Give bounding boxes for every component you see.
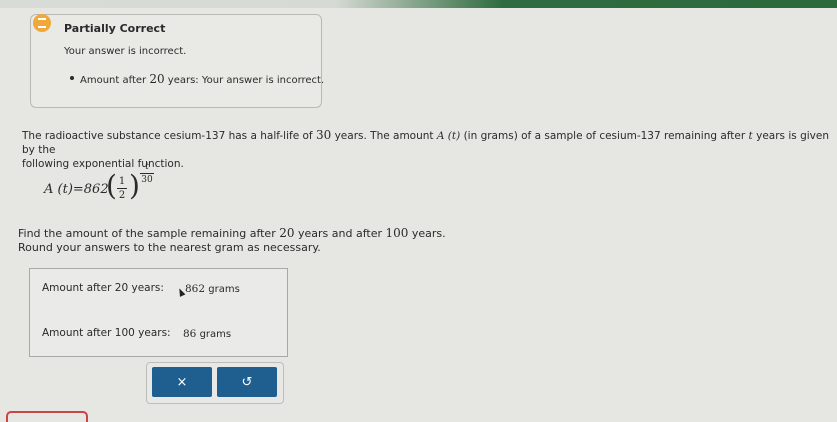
problem-text-c: (in grams) of a sample of cesium-137 rem… <box>460 130 749 142</box>
answer-input-20[interactable]: 862 grams <box>185 283 240 295</box>
bullet-suffix: years: Your answer is incorrect. <box>164 75 325 86</box>
task-instructions: Find the amount of the sample remaining … <box>18 226 446 255</box>
clear-button[interactable]: × <box>152 367 212 397</box>
bullet-dot-icon <box>70 76 74 80</box>
amount-function: A (t) <box>436 130 461 142</box>
bullet-prefix: Amount after <box>80 75 150 86</box>
bottom-tab <box>6 411 88 422</box>
answer-label-20: Amount after 20 years: <box>42 282 164 294</box>
task-text-b: years and after <box>294 227 386 240</box>
task-text-line2: Round your answers to the nearest gram a… <box>18 241 321 254</box>
undo-button[interactable]: ↺ <box>217 367 277 397</box>
feedback-bullet: Amount after 20 years: Your answer is in… <box>70 72 325 86</box>
right-paren: ) <box>129 169 140 202</box>
feedback-title: Partially Correct <box>64 22 166 35</box>
task-years-1: 20 <box>279 226 295 240</box>
task-years-2: 100 <box>385 226 409 240</box>
exponent-fraction: t 30 <box>140 162 154 185</box>
top-bar <box>0 0 837 8</box>
task-text-a: Find the amount of the sample remaining … <box>18 227 280 240</box>
answer-box: Amount after 20 years: 862 grams Amount … <box>29 268 288 357</box>
base-fraction: 1 2 <box>117 176 127 201</box>
answer-value-20: 862 <box>185 283 206 295</box>
problem-text-a: The radioactive substance cesium-137 has… <box>22 130 316 142</box>
exponent-denominator: 30 <box>141 175 153 185</box>
answer-value-100: 86 <box>183 328 197 340</box>
action-buttons: × ↺ <box>146 362 284 404</box>
answer-input-100[interactable]: 86 grams <box>183 328 231 340</box>
answer-label-100: Amount after 100 years: <box>42 327 171 339</box>
formula-lhs: A (t)=862 <box>44 182 109 197</box>
half-life-value: 30 <box>315 128 332 142</box>
feedback-message: Your answer is incorrect. <box>64 46 187 57</box>
base-numerator: 1 <box>118 176 126 187</box>
partial-correct-icon <box>33 14 51 32</box>
exponent-numerator: t <box>145 162 149 172</box>
base-denominator: 2 <box>118 190 126 201</box>
problem-text-line2: following exponential function. <box>22 158 184 170</box>
task-text-c: years. <box>408 227 446 240</box>
left-paren: ( <box>106 169 117 202</box>
answer-unit-100: grams <box>199 329 232 340</box>
problem-text-b: years. The amount <box>331 130 437 142</box>
answer-unit-20: grams <box>208 284 240 295</box>
bullet-number: 20 <box>149 72 165 86</box>
